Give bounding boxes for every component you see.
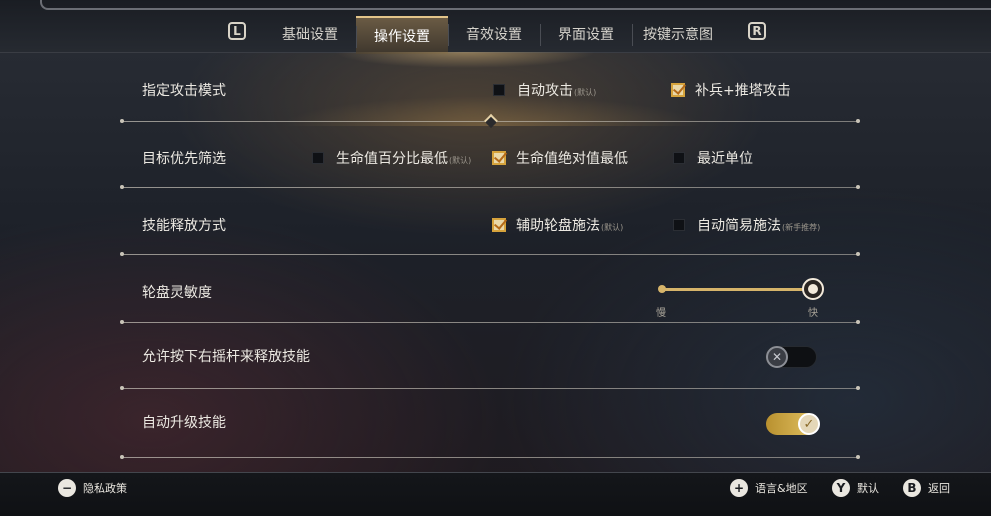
left-bumper-icon[interactable]: L [228, 22, 246, 40]
back-label: 返回 [928, 482, 950, 495]
skill-cast-wheel-option[interactable]: 辅助轮盘施法 (默认) [492, 215, 623, 235]
tab-interface-settings[interactable]: 界面设置 [540, 16, 632, 52]
language-region-button[interactable]: + 语言&地区 [730, 479, 808, 497]
target-lowest-absolute-option[interactable]: 生命值绝对值最低 [492, 148, 628, 168]
option-label: 生命值百分比最低 [336, 151, 448, 167]
checkbox-unchecked[interactable] [673, 152, 685, 164]
row-divider [120, 386, 860, 390]
option-note: (新手推荐) [782, 222, 821, 232]
option-label: 自动简易施法 [697, 218, 781, 234]
minus-button-icon: − [58, 479, 76, 497]
default-label: 默认 [857, 482, 879, 495]
skill-cast-label: 技能释放方式 [142, 218, 226, 234]
language-region-label: 语言&地区 [755, 482, 808, 495]
slider-max-label: 快 [808, 308, 818, 319]
y-button-icon: Y [832, 479, 850, 497]
right-bumper-icon[interactable]: R [748, 22, 766, 40]
plus-button-icon: + [730, 479, 748, 497]
row-divider [120, 185, 860, 189]
checkbox-checked[interactable] [671, 83, 685, 97]
row-divider [120, 252, 860, 256]
tab-control-settings[interactable]: 操作设置 [356, 16, 448, 54]
wheel-sensitivity-label: 轮盘灵敏度 [142, 285, 212, 301]
target-lowest-percent-option[interactable]: 生命值百分比最低 (默认) [312, 148, 471, 168]
privacy-policy-button[interactable]: − 隐私政策 [58, 479, 127, 497]
skill-cast-auto-simple-option[interactable]: 自动简易施法 (新手推荐) [673, 215, 820, 235]
option-note: (默认) [449, 155, 472, 165]
sensitivity-slider-start [658, 285, 666, 293]
option-label: 自动攻击 [517, 83, 573, 99]
right-stick-cast-toggle[interactable]: ✕ [765, 346, 817, 368]
row-divider [120, 320, 860, 324]
target-priority-label: 目标优先筛选 [142, 151, 226, 167]
close-icon: ✕ [766, 346, 788, 368]
checkmark-icon: ✓ [798, 413, 820, 435]
auto-level-skill-toggle[interactable]: ✓ [766, 413, 820, 435]
back-button[interactable]: B 返回 [903, 479, 950, 497]
attack-mode-label: 指定攻击模式 [142, 83, 226, 99]
sensitivity-slider-thumb[interactable] [802, 278, 824, 300]
option-label: 最近单位 [697, 151, 753, 167]
checkbox-checked[interactable] [492, 218, 506, 232]
checkbox-unchecked[interactable] [673, 219, 685, 231]
sensitivity-slider-track[interactable] [662, 288, 814, 291]
attack-mode-auto-option[interactable]: 自动攻击 (默认) [493, 80, 596, 100]
checkbox-unchecked[interactable] [312, 152, 324, 164]
auto-level-skill-label: 自动升级技能 [142, 415, 226, 431]
checkbox-checked[interactable] [492, 151, 506, 165]
settings-tabs: 基础设置 操作设置 音效设置 界面设置 按键示意图 [264, 16, 724, 54]
option-note: (默认) [574, 87, 597, 97]
option-label: 辅助轮盘施法 [516, 218, 600, 234]
target-nearest-option[interactable]: 最近单位 [673, 148, 753, 168]
privacy-policy-label: 隐私政策 [83, 482, 127, 495]
b-button-icon: B [903, 479, 921, 497]
option-label: 补兵+推塔攻击 [695, 83, 791, 99]
tab-button-diagram[interactable]: 按键示意图 [632, 16, 724, 52]
row-divider [120, 455, 860, 459]
right-stick-cast-label: 允许按下右摇杆来释放技能 [142, 349, 310, 365]
default-button[interactable]: Y 默认 [832, 479, 879, 497]
option-label: 生命值绝对值最低 [516, 151, 628, 167]
tab-sound-settings[interactable]: 音效设置 [448, 16, 540, 52]
option-note: (默认) [601, 222, 624, 232]
slider-min-label: 慢 [656, 308, 666, 319]
attack-mode-farm-push-option[interactable]: 补兵+推塔攻击 [671, 80, 791, 100]
top-frame-decoration [40, 0, 991, 10]
tab-basic-settings[interactable]: 基础设置 [264, 16, 356, 52]
checkbox-unchecked[interactable] [493, 84, 505, 96]
